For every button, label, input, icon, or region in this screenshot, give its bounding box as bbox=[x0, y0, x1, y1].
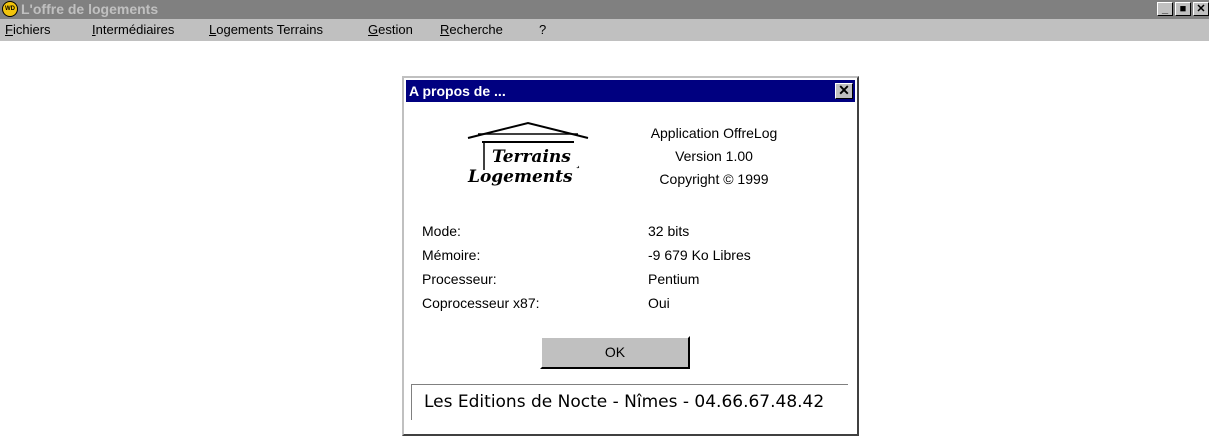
close-button[interactable]: ✕ bbox=[1193, 2, 1209, 16]
menu-fichiers[interactable]: Fichiers bbox=[5, 22, 51, 38]
coprocessor-value: Oui bbox=[648, 295, 670, 311]
app-icon-text: WD bbox=[5, 6, 15, 12]
publisher-footer: Les Editions de Nocte - Nîmes - 04.66.67… bbox=[411, 384, 848, 420]
logo-mark: ¸ bbox=[575, 155, 581, 169]
memory-value: -9 679 Ko Libres bbox=[648, 247, 751, 263]
dialog-close-button[interactable]: ✕ bbox=[835, 83, 853, 99]
window-controls: _ ■ ✕ bbox=[1155, 2, 1209, 17]
maximize-button[interactable]: ■ bbox=[1175, 2, 1191, 16]
menu-logements-terrains[interactable]: Logements Terrains bbox=[209, 22, 323, 38]
window-title-bar[interactable]: WD L'offre de logements _ ■ ✕ bbox=[0, 0, 1209, 19]
processor-label: Processeur: bbox=[422, 271, 497, 287]
logo-text-terrains: Terrains bbox=[492, 147, 571, 167]
menu-intermediaires[interactable]: Intermédiaires bbox=[92, 22, 174, 38]
app-version: Version 1.00 bbox=[675, 148, 753, 164]
app-copyright: Copyright © 1999 bbox=[659, 171, 769, 187]
memory-label: Mémoire: bbox=[422, 247, 481, 263]
menu-recherche[interactable]: Recherche bbox=[440, 22, 503, 38]
mode-label: Mode: bbox=[422, 223, 461, 239]
dialog-title-bar[interactable]: A propos de ... ✕ bbox=[406, 80, 855, 102]
minimize-button[interactable]: _ bbox=[1157, 2, 1173, 16]
logo-text-logements: Logements bbox=[467, 167, 573, 187]
dialog-title: A propos de ... bbox=[409, 83, 506, 99]
menu-help[interactable]: ? bbox=[539, 22, 546, 38]
mode-value: 32 bits bbox=[648, 223, 690, 239]
coprocessor-label: Coprocesseur x87: bbox=[422, 295, 540, 311]
menu-gestion[interactable]: Gestion bbox=[368, 22, 413, 38]
app-name: Application OffreLog bbox=[650, 125, 778, 141]
processor-value: Pentium bbox=[648, 271, 700, 287]
windev-icon[interactable]: WD bbox=[2, 1, 18, 17]
window-title: L'offre de logements bbox=[21, 1, 159, 17]
about-dialog: A propos de ... ✕ Terrains ¸ Logements A… bbox=[402, 76, 859, 436]
menu-bar: Fichiers Intermédiaires Logements Terrai… bbox=[0, 19, 1209, 41]
terrains-logements-logo: Terrains ¸ Logements bbox=[467, 121, 589, 187]
ok-button[interactable]: OK bbox=[540, 336, 690, 369]
app-info: Application OffreLog Version 1.00 Copyri… bbox=[634, 122, 794, 191]
